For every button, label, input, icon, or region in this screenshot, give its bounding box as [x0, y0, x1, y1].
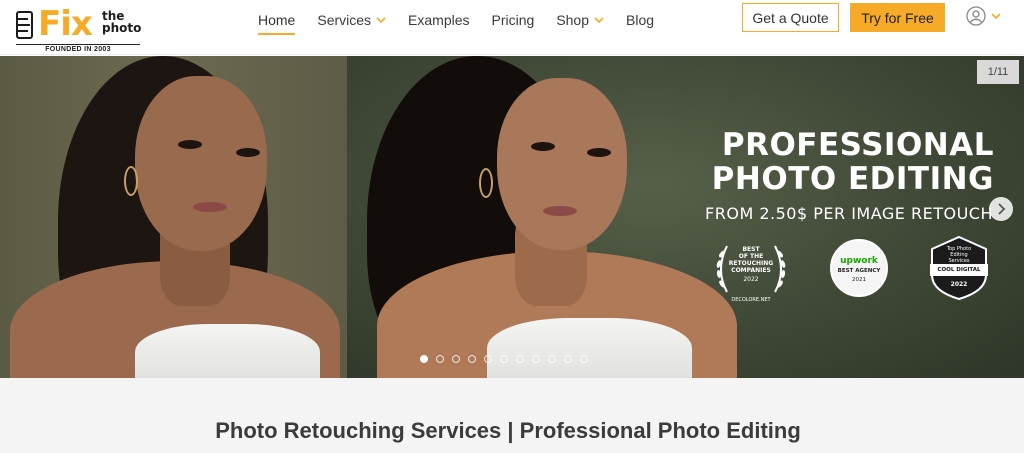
- nav-item-label: Examples: [408, 12, 470, 28]
- chevron-down-icon: [594, 16, 604, 23]
- page-title: Photo Retouching Services | Professional…: [215, 418, 801, 443]
- slide-counter: 1/11: [977, 60, 1019, 84]
- account-menu[interactable]: [966, 6, 1001, 26]
- slide-dot[interactable]: [452, 355, 460, 363]
- upwork-logo: upwork: [832, 256, 886, 266]
- hero-title-line: PROFESSIONAL: [721, 127, 994, 163]
- next-slide-button[interactable]: [989, 197, 1013, 221]
- top-photo-editing-services-badge: Top Photo Editing Services COOL DIGITAL …: [928, 235, 990, 301]
- hero-slider: 1/11 PROFESSIONAL PHOTO EDITING FROM 2.5…: [0, 56, 1024, 378]
- slide-dot[interactable]: [548, 355, 556, 363]
- nav-item-label: Blog: [626, 12, 655, 28]
- get-a-quote-button[interactable]: Get a Quote: [742, 3, 839, 32]
- badge-text: BEST OF THE RETOUCHING COMPANIES 2022: [727, 246, 775, 283]
- nav-item-label: Pricing: [491, 12, 535, 28]
- slide-dot[interactable]: [436, 355, 444, 363]
- badge-year: 2022: [743, 276, 759, 283]
- badge-label: BEST AGENCY: [837, 268, 881, 274]
- nav-item-label: Services: [317, 12, 372, 28]
- slide-dot[interactable]: [500, 355, 508, 363]
- nav-item-blog[interactable]: Blog: [626, 3, 654, 37]
- logo-fix-text: Fix: [38, 4, 93, 44]
- nav-item-label: Shop: [556, 12, 590, 28]
- chevron-down-icon: [376, 16, 386, 23]
- chevron-right-icon: [998, 203, 1006, 215]
- badge-text: Top Photo Editing Services: [946, 246, 972, 264]
- try-for-free-button[interactable]: Try for Free: [850, 3, 945, 32]
- chevron-down-icon: [991, 12, 1001, 19]
- nav-item-home[interactable]: Home: [258, 3, 296, 37]
- nav-item-pricing[interactable]: Pricing: [492, 3, 535, 37]
- slide-dot[interactable]: [420, 355, 428, 363]
- logo-photo-text: photo: [102, 21, 142, 35]
- hero-subtitle: FROM 2.50$ PER IMAGE RETOUCH: [705, 204, 993, 223]
- nav-item-examples[interactable]: Examples: [408, 3, 469, 37]
- badge-line: RETOUCHING: [728, 260, 774, 267]
- hero-title: PROFESSIONAL PHOTO EDITING: [712, 128, 994, 196]
- badge-line: OF THE: [738, 253, 764, 260]
- nav-item-services[interactable]: Services: [317, 3, 386, 37]
- badge-footer: DECOLORE.NET: [731, 297, 771, 303]
- nav-item-label: Home: [258, 12, 296, 28]
- logo-hand-icon: [16, 11, 33, 39]
- fixthephoto-logo[interactable]: Fix the photo FOUNDED IN 2003: [12, 4, 142, 53]
- badge-line: COMPANIES: [731, 267, 771, 274]
- hero-title-line: PHOTO EDITING: [711, 161, 994, 197]
- nav-item-shop[interactable]: Shop: [556, 3, 604, 37]
- slide-dot[interactable]: [564, 355, 572, 363]
- slide-dot[interactable]: [516, 355, 524, 363]
- intro-section: Photo Retouching Services | Professional…: [0, 378, 1024, 453]
- upwork-best-agency-badge: upwork BEST AGENCY 2021: [830, 239, 888, 297]
- site-header: Fix the photo FOUNDED IN 2003 Home Servi…: [0, 0, 1024, 55]
- badge-year: 2022: [950, 281, 968, 288]
- slide-dot[interactable]: [532, 355, 540, 363]
- slide-dot[interactable]: [468, 355, 476, 363]
- main-nav: Home Services Examples Pricing Shop Blog: [258, 0, 676, 40]
- user-circle-icon: [966, 6, 986, 26]
- slide-pagination: [420, 355, 596, 363]
- badge-year: 2021: [852, 277, 866, 283]
- logo-founded-text: FOUNDED IN 2003: [16, 44, 140, 53]
- slide-dot[interactable]: [580, 355, 588, 363]
- badge-line: BEST: [742, 246, 760, 253]
- badge-ribbon: COOL DIGITAL: [930, 264, 988, 276]
- slide-dot[interactable]: [484, 355, 492, 363]
- best-retouching-companies-badge: BEST OF THE RETOUCHING COMPANIES 2022 DE…: [713, 232, 789, 308]
- before-photo: [0, 56, 347, 378]
- upwork-wordmark: upwork: [840, 256, 878, 266]
